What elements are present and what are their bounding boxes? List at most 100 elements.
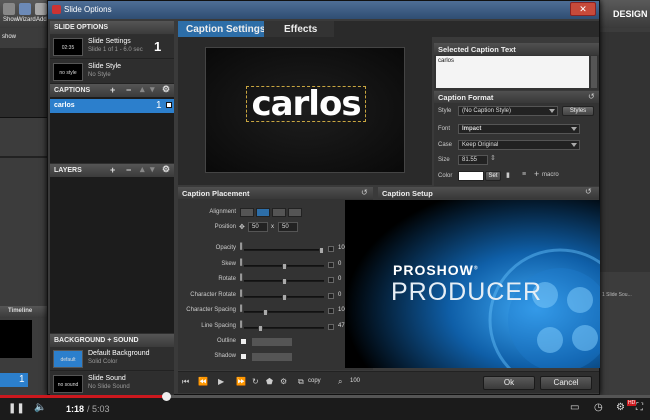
set-color-button[interactable]: Set [485, 171, 501, 181]
default-background-item[interactable]: default Default Background Solid Color [50, 347, 174, 371]
layer-up-icon[interactable]: ▴ [140, 164, 145, 175]
toolbar-add-label[interactable]: Add [36, 17, 47, 23]
zoom-icon[interactable]: ⌕ [338, 377, 342, 387]
placement-slider[interactable] [244, 247, 324, 254]
timeline-slide-selected[interactable]: 1 [0, 373, 28, 387]
tab-effects[interactable]: Effects [264, 21, 334, 37]
prev-icon[interactable]: ⏪ [198, 377, 208, 386]
styles-button[interactable]: Styles [562, 106, 594, 116]
slider-knob[interactable] [281, 293, 287, 301]
add-icon[interactable] [35, 3, 47, 15]
ok-button[interactable]: Ok [483, 376, 535, 390]
keyframe-checkbox[interactable] [328, 292, 334, 299]
volume-icon[interactable]: 🔈 [34, 402, 46, 413]
first-icon[interactable]: ⏮ [182, 377, 189, 387]
watch-later-icon[interactable]: ◷ [594, 402, 603, 413]
slider-knob[interactable] [281, 278, 287, 285]
outline-color-swatch[interactable] [252, 338, 292, 346]
outline-checkbox[interactable] [240, 338, 247, 345]
insert-macro-icon[interactable]: + [534, 169, 539, 179]
position-x-field[interactable]: 50 [248, 222, 268, 232]
macro-button[interactable]: macro [542, 172, 559, 178]
placement-reset-icon[interactable]: ↺ [361, 188, 368, 197]
keyframe-checkbox[interactable] [328, 308, 334, 314]
keyframe-checkbox[interactable] [328, 277, 334, 283]
placement-slider[interactable] [244, 278, 324, 285]
zoom-value[interactable]: 100 [350, 378, 360, 384]
remove-layer-button[interactable]: − [126, 165, 131, 175]
size-field[interactable]: 81.55 [458, 155, 488, 165]
position-y-field[interactable]: 50 [278, 222, 298, 232]
placement-slider[interactable] [244, 324, 324, 332]
align-icon[interactable]: ≡ [522, 171, 526, 178]
tab-caption-settings[interactable]: Caption Settings [178, 21, 274, 37]
font-dropdown[interactable]: Impact [458, 124, 580, 134]
progress-bar[interactable] [0, 392, 650, 401]
progress-scrubber[interactable] [162, 392, 172, 401]
add-layer-button[interactable]: + [110, 165, 115, 175]
settings-icon[interactable]: ⚙ [616, 402, 625, 413]
marker-icon[interactable]: ⬟ [266, 377, 273, 386]
layer-down-icon[interactable]: ▾ [150, 164, 155, 175]
cancel-button[interactable]: Cancel [540, 376, 592, 390]
toolbar-show-label[interactable]: Show [3, 17, 18, 23]
slider-knob[interactable] [262, 309, 268, 316]
case-dropdown[interactable]: Keep Original [458, 140, 580, 150]
slider-knob[interactable] [257, 324, 263, 332]
keyframe-checkbox[interactable] [328, 261, 334, 268]
caption-placement-header: Caption Placement [178, 187, 373, 199]
settings-gear-icon[interactable]: ⚙ [280, 377, 287, 386]
slider-knob[interactable] [281, 262, 287, 270]
align-right-button[interactable] [272, 208, 286, 217]
bold-icon[interactable]: ▮ [506, 171, 510, 179]
style-dropdown[interactable]: (No Caption Style) [458, 106, 558, 116]
preview-caption-text[interactable]: carlos [246, 86, 366, 122]
caption-list-item[interactable]: carlos 1 [50, 99, 174, 113]
wizard-icon[interactable] [19, 3, 31, 15]
keyframe-checkbox[interactable] [328, 323, 334, 330]
align-left-button[interactable] [240, 208, 254, 217]
play-pause-icon[interactable]: ❚❚ [8, 403, 25, 414]
design-tab[interactable]: DESIGN [613, 9, 648, 19]
style-dropdown-value: (No Caption Style) [462, 108, 512, 114]
remove-caption-button[interactable]: − [126, 85, 131, 95]
format-reset-icon[interactable]: ↺ [588, 92, 595, 101]
move-up-icon[interactable]: ▴ [140, 84, 145, 95]
slide-style-item[interactable]: no style Slide Style No Style [50, 60, 174, 84]
caption-preview[interactable]: carlos [205, 47, 405, 173]
fullscreen-icon[interactable]: ⛶ [636, 402, 643, 413]
layer-gear-icon[interactable]: ⚙ [162, 164, 170, 175]
copy-label[interactable]: copy [308, 378, 321, 384]
copy-icon[interactable]: ⧉ [298, 377, 304, 387]
placement-slider[interactable] [244, 293, 324, 301]
toolbar-wizard-label[interactable]: Wizard [17, 17, 36, 23]
shadow-color-swatch[interactable] [252, 353, 292, 361]
move-down-icon[interactable]: ▾ [150, 84, 155, 95]
caption-text-input[interactable]: carlos [436, 56, 589, 88]
captions-icon[interactable]: ▭ [570, 402, 579, 413]
size-stepper-icon[interactable]: ⇕ [490, 154, 496, 162]
align-justify-button[interactable] [288, 208, 302, 217]
slide-settings-item[interactable]: 02:35 Slide Settings Slide 1 of 1 - 6.0 … [50, 35, 174, 59]
color-swatch[interactable] [458, 171, 484, 181]
position-move-icon[interactable]: ✥ [239, 223, 245, 231]
setup-reset-icon[interactable]: ↺ [585, 187, 592, 196]
slide-sound-item[interactable]: no sound Slide Sound No Slide Sound [50, 372, 174, 396]
loop-icon[interactable]: ↻ [252, 377, 259, 386]
caption-gear-icon[interactable]: ⚙ [162, 84, 170, 95]
placement-slider[interactable] [244, 309, 324, 316]
slider-knob[interactable] [319, 247, 324, 254]
next-icon[interactable]: ⏩ [236, 377, 246, 386]
align-center-button[interactable] [256, 208, 270, 217]
play-icon[interactable]: ▶ [218, 377, 224, 386]
timeline-slide-thumb[interactable] [0, 320, 32, 358]
caption-item-checkbox[interactable] [166, 102, 172, 108]
placement-slider[interactable] [244, 262, 324, 270]
add-caption-button[interactable]: + [110, 85, 115, 95]
keyframe-checkbox[interactable] [328, 246, 334, 252]
close-button[interactable]: ✕ [570, 2, 596, 16]
dialog-titlebar[interactable]: Slide Options ✕ [48, 1, 599, 19]
caption-text-scrollbar[interactable] [591, 56, 597, 88]
shadow-checkbox[interactable] [240, 353, 247, 360]
show-icon[interactable] [3, 3, 15, 15]
